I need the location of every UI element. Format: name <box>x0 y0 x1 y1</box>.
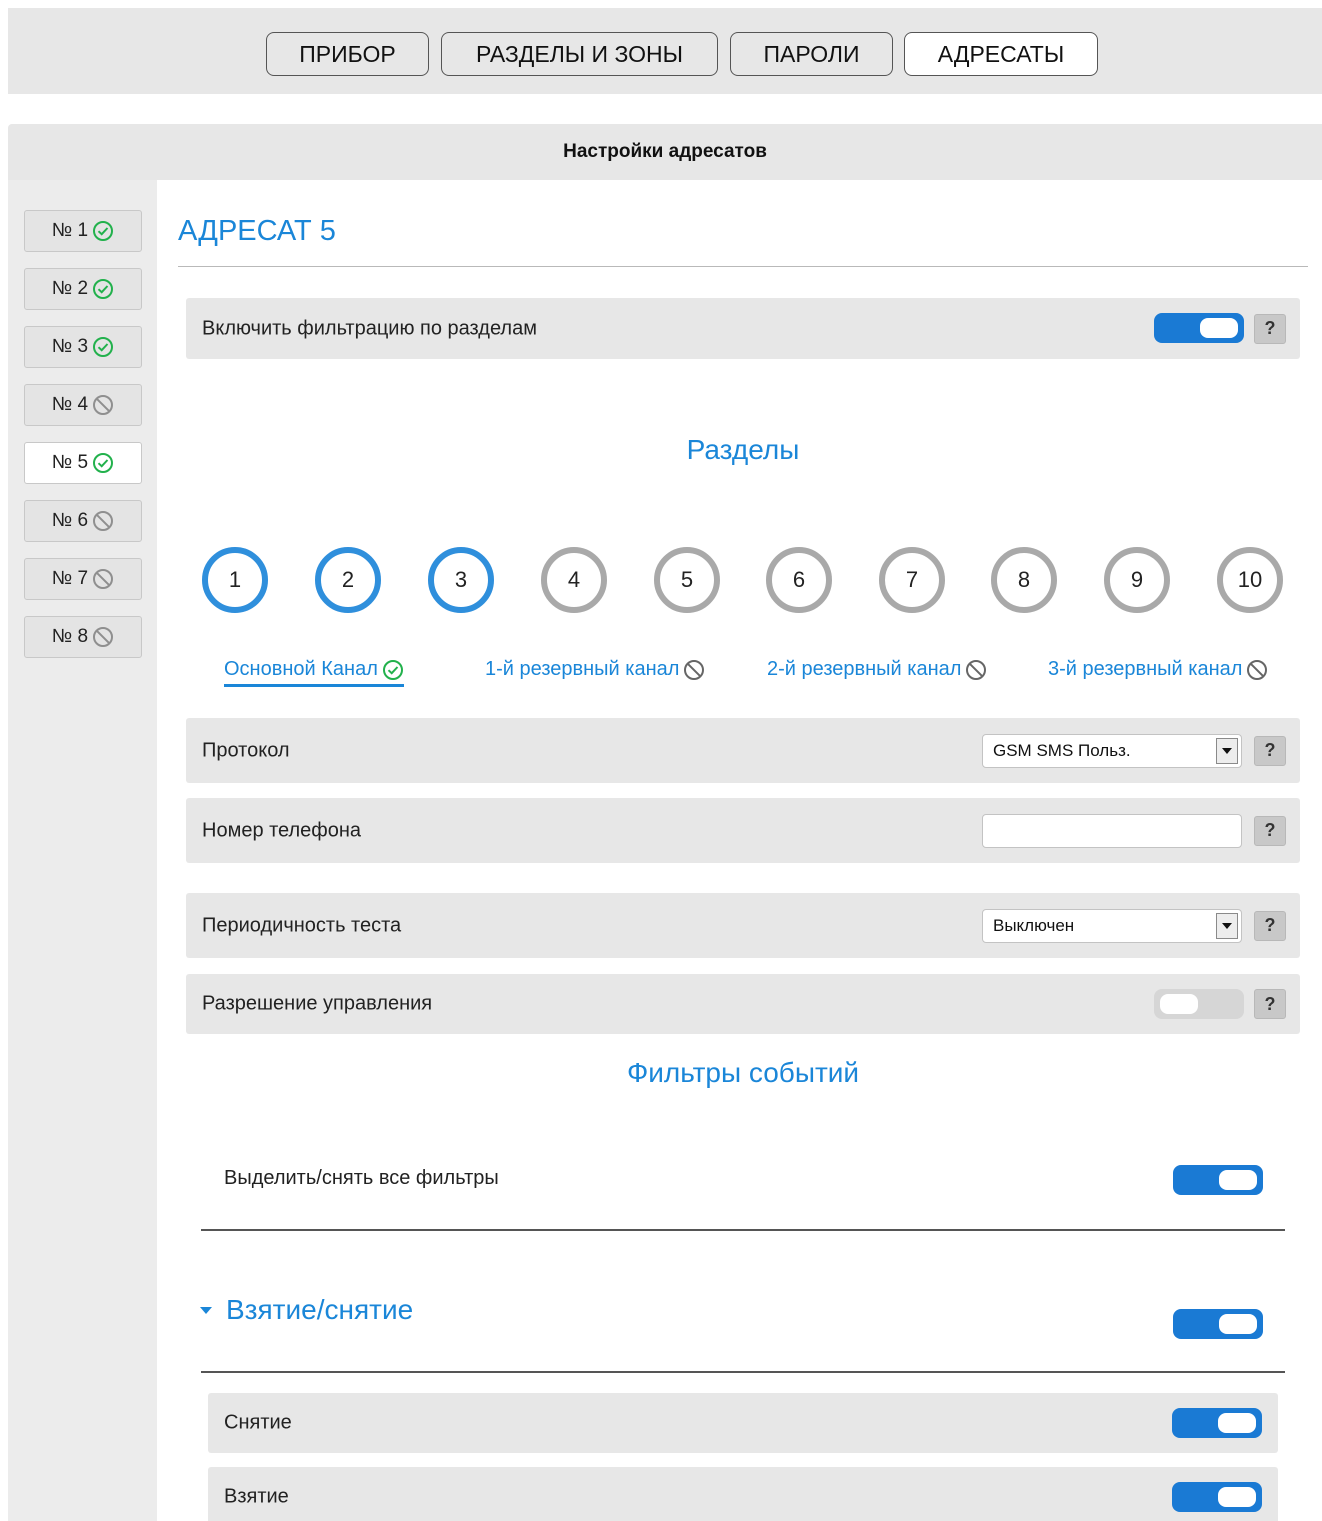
tab-main-channel[interactable]: Основной Канал <box>224 658 404 687</box>
control-permission-row: Разрешение управления ? <box>186 974 1300 1034</box>
help-button[interactable]: ? <box>1254 735 1286 766</box>
disabled-icon <box>93 395 114 415</box>
disabled-icon <box>684 659 705 680</box>
filter-by-partitions-toggle[interactable] <box>1154 313 1244 343</box>
partitions-title: Разделы <box>686 434 800 465</box>
sidebar-item-label: № 3 <box>51 336 89 357</box>
panel-title: Настройки адресатов <box>8 124 1322 180</box>
select-all-filters-toggle[interactable] <box>1173 1165 1263 1195</box>
tab-reserve-channel-2[interactable]: 2-й резервный канал <box>767 658 987 681</box>
sidebar-item-label: № 2 <box>51 278 89 299</box>
filter-row-disarm: Снятие <box>208 1393 1278 1453</box>
sidebar-item-1[interactable]: № 1 <box>24 210 142 252</box>
disabled-icon <box>93 627 114 647</box>
test-period-label: Периодичность теста <box>202 914 402 936</box>
sidebar-item-3[interactable]: № 3 <box>24 326 142 368</box>
partition-10[interactable]: 10 <box>1217 547 1283 613</box>
tab-label: 2-й резервный канал <box>767 658 962 680</box>
phone-label: Номер телефона <box>202 819 362 841</box>
dropdown-arrow-icon <box>1216 737 1238 764</box>
check-circle-icon <box>382 659 403 680</box>
filter-row-arm: Взятие <box>208 1467 1278 1521</box>
sidebar-item-label: № 6 <box>51 510 89 531</box>
group-title: Взятие/снятие <box>226 1294 414 1325</box>
sidebar-item-8[interactable]: № 8 <box>24 616 142 658</box>
divider <box>201 1229 1285 1231</box>
sidebar-item-6[interactable]: № 6 <box>24 500 142 542</box>
filter-by-partitions-label: Включить фильтрацию по разделам <box>202 317 537 339</box>
control-permission-toggle[interactable] <box>1154 989 1244 1019</box>
partition-1[interactable]: 1 <box>202 547 268 613</box>
check-circle-icon <box>93 279 114 299</box>
check-circle-icon <box>93 337 114 357</box>
nav-button-device[interactable]: ПРИБОР <box>266 32 429 76</box>
disabled-icon <box>966 659 987 680</box>
sidebar-item-label: № 7 <box>51 568 89 589</box>
sidebar-item-label: № 4 <box>51 394 89 415</box>
check-circle-icon <box>93 221 114 241</box>
tab-label: 1-й резервный канал <box>485 658 680 680</box>
recipient-title: АДРЕСАТ 5 <box>178 215 336 247</box>
select-all-filters-label: Выделить/снять все фильтры <box>224 1167 499 1189</box>
partition-2[interactable]: 2 <box>315 547 381 613</box>
dropdown-arrow-icon <box>1216 912 1238 939</box>
check-circle-icon <box>93 453 114 473</box>
partition-9[interactable]: 9 <box>1104 547 1170 613</box>
protocol-select[interactable]: GSM SMS Польз. <box>982 733 1242 768</box>
group-arm-disarm-toggle[interactable] <box>1173 1309 1263 1339</box>
disabled-icon <box>93 569 114 589</box>
help-button[interactable]: ? <box>1254 815 1286 846</box>
tab-label: Основной Канал <box>224 658 378 680</box>
tab-reserve-channel-1[interactable]: 1-й резервный канал <box>485 658 705 681</box>
partition-5[interactable]: 5 <box>654 547 720 613</box>
help-button[interactable]: ? <box>1254 989 1286 1019</box>
sidebar-item-label: № 8 <box>51 626 89 647</box>
protocol-value: GSM SMS Польз. <box>993 740 1131 760</box>
nav-button-recipients[interactable]: АДРЕСАТЫ <box>904 32 1098 76</box>
event-filters-title: Фильтры событий <box>626 1057 860 1088</box>
filter-label: Взятие <box>224 1485 289 1508</box>
control-permission-label: Разрешение управления <box>202 992 433 1015</box>
test-period-value: Выключен <box>993 915 1075 935</box>
recipient-sidebar: № 1 № 2 № 3 № 4 № 5 № 6 № 7 № 8 <box>8 180 157 1521</box>
phone-input[interactable] <box>982 813 1242 848</box>
partition-8[interactable]: 8 <box>991 547 1057 613</box>
caret-down-icon <box>200 1306 212 1314</box>
filter-by-partitions-row: Включить фильтрацию по разделам ? <box>186 298 1300 359</box>
partition-6[interactable]: 6 <box>766 547 832 613</box>
group-arm-disarm-header[interactable]: Взятие/снятие <box>200 1294 413 1326</box>
sidebar-item-label: № 1 <box>51 220 89 241</box>
partition-4[interactable]: 4 <box>541 547 607 613</box>
filter-disarm-toggle[interactable] <box>1172 1408 1262 1438</box>
sidebar-item-7[interactable]: № 7 <box>24 558 142 600</box>
protocol-row: Протокол GSM SMS Польз. ? <box>186 718 1300 783</box>
title-divider <box>178 266 1308 267</box>
partition-3[interactable]: 3 <box>428 547 494 613</box>
test-period-select[interactable]: Выключен <box>982 908 1242 943</box>
disabled-icon <box>1247 659 1268 680</box>
filter-label: Снятие <box>224 1411 292 1434</box>
protocol-label: Протокол <box>202 739 290 761</box>
nav-button-passwords[interactable]: ПАРОЛИ <box>730 32 893 76</box>
sidebar-item-5[interactable]: № 5 <box>24 442 142 484</box>
divider <box>201 1371 1285 1373</box>
sidebar-item-4[interactable]: № 4 <box>24 384 142 426</box>
tab-reserve-channel-3[interactable]: 3-й резервный канал <box>1048 658 1268 681</box>
partition-7[interactable]: 7 <box>879 547 945 613</box>
nav-button-partitions-zones[interactable]: РАЗДЕЛЫ И ЗОНЫ <box>441 32 718 76</box>
filter-arm-toggle[interactable] <box>1172 1482 1262 1512</box>
top-nav: ПРИБОР РАЗДЕЛЫ И ЗОНЫ ПАРОЛИ АДРЕСАТЫ <box>8 8 1322 94</box>
sidebar-item-label: № 5 <box>51 452 89 473</box>
phone-row: Номер телефона ? <box>186 798 1300 863</box>
sidebar-item-2[interactable]: № 2 <box>24 268 142 310</box>
tab-label: 3-й резервный канал <box>1048 658 1243 680</box>
help-button[interactable]: ? <box>1254 910 1286 941</box>
test-period-row: Периодичность теста Выключен ? <box>186 893 1300 958</box>
disabled-icon <box>93 511 114 531</box>
help-button[interactable]: ? <box>1254 313 1286 344</box>
